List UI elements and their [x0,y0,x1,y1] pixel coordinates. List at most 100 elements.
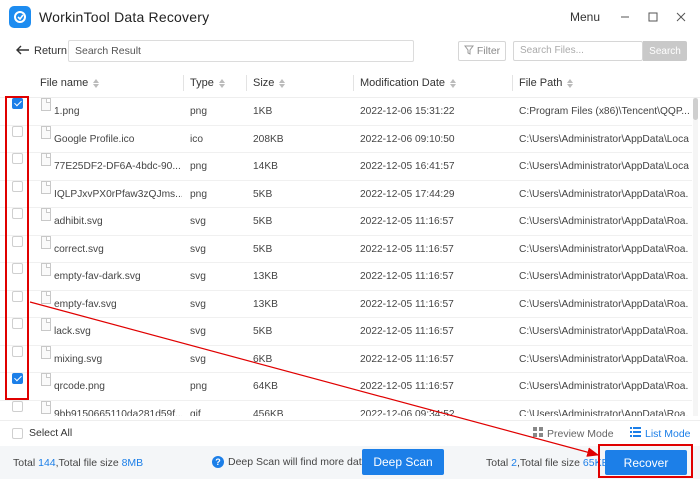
column-header-file-path[interactable]: File Path [519,68,574,98]
file-type-cell: png [190,188,207,200]
table-row[interactable]: 9bb9150665110da281d59f... gif 456KB 2022-12… [0,400,692,417]
select-all-label: Select All [29,427,73,439]
file-icon [41,263,51,276]
select-all-checkbox[interactable]: Select All [12,427,72,439]
return-button[interactable]: Return [16,45,67,58]
file-path-cell: C:\Users\Administrator\AppData\Roa... [519,216,689,227]
column-header-type[interactable]: Type [190,68,225,98]
table-row[interactable]: lack.svg svg 5KB 2022-12-05 11:16:57 C:\User… [0,318,692,346]
file-icon [41,345,51,359]
total-size: 8MB [121,457,144,469]
column-header-size[interactable]: Size [253,68,286,98]
file-type-cell: png [190,381,207,392]
modification-date-cell: 2022-12-06 15:31:22 [360,106,455,117]
row-checkbox[interactable] [12,318,23,329]
row-checkbox[interactable] [12,125,23,137]
row-checkbox[interactable] [12,345,23,357]
checkbox-icon [12,427,23,439]
deep-scan-button[interactable]: Deep Scan [362,449,444,475]
table-row[interactable]: empty-fav-dark.svg svg 13KB 2022-12-05 11:1… [0,263,692,291]
file-path-cell: C:\Users\Administrator\AppData\Roa... [519,381,689,392]
file-icon [41,125,51,139]
column-divider [512,75,513,91]
close-icon[interactable] [674,10,688,24]
arrow-left-icon [16,45,30,58]
app-title: WorkinTool Data Recovery [39,9,210,25]
file-size-cell: 5KB [253,243,273,255]
column-header-file-name[interactable]: File name [40,68,100,98]
row-checkbox[interactable] [12,235,23,247]
table-row[interactable]: 77E25DF2-DF6A-4bdc-90... png 14KB 2022-12-0… [0,153,692,181]
search-button[interactable]: Search [643,41,687,61]
filter-icon [463,45,474,58]
modification-date-cell: 2022-12-05 11:16:57 [360,298,454,310]
app-logo-icon [9,6,31,28]
file-name-cell: qrcode.png [54,381,105,392]
grid-icon [533,427,543,440]
table-row[interactable]: adhibit.svg svg 5KB 2022-12-05 11:16:57 C:\U… [0,208,692,236]
deep-scan-hint-text: Deep Scan will find more data [228,456,368,468]
file-table: File name Type Size Modification Date Fi… [0,68,700,416]
file-path-cell: C:\Users\Administrator\AppData\Roa... [519,271,689,282]
search-files-input[interactable]: Search Files... [513,41,643,61]
modification-date-cell: 2022-12-05 11:16:57 [360,271,454,282]
table-row[interactable]: qrcode.png png 64KB 2022-12-05 11:16:57 C:\U… [0,373,692,401]
total-files-summary: Total 144,Total file size 8MB [13,457,144,469]
table-row[interactable]: Google Profile.ico ico 208KB 2022-12-06 09:… [0,125,692,153]
file-path-cell: C:Program Files (x86)\Tencent\QQP... [519,106,689,117]
table-row[interactable]: empty-fav.svg svg 13KB 2022-12-05 11:16:57 C… [0,290,692,318]
file-size-cell: 208KB [253,133,284,145]
scrollbar-thumb[interactable] [693,98,698,120]
file-name-cell: IQLPJxvPX0rPfaw3zQJms... [54,188,182,200]
preview-mode-label: Preview Mode [547,427,614,440]
list-mode-label: List Mode [645,427,691,440]
file-icon [41,373,51,386]
column-header-modification-date[interactable]: Modification Date [360,68,456,98]
row-checkbox[interactable] [12,373,23,384]
filter-button[interactable]: Filter [458,41,506,61]
file-icon [41,235,51,249]
file-name-cell: mixing.svg [54,353,103,365]
row-checkbox[interactable] [12,153,23,164]
table-row[interactable]: IQLPJxvPX0rPfaw3zQJms... png 5KB 2022-12-05… [0,180,692,208]
file-name-cell: 77E25DF2-DF6A-4bdc-90... [54,161,181,172]
file-type-cell: svg [190,353,206,365]
maximize-icon[interactable] [646,10,660,24]
file-type-cell: svg [190,243,206,255]
file-size-cell: 456KB [253,408,284,417]
minimize-icon[interactable] [618,10,632,24]
title-bar: WorkinTool Data Recovery Menu [0,0,700,34]
table-row[interactable]: 1.png png 1KB 2022-12-06 15:31:22 C:Program … [0,98,692,126]
file-icon [41,208,51,221]
table-row[interactable]: mixing.svg svg 6KB 2022-12-05 11:16:57 C:\Us… [0,345,692,373]
table-row[interactable]: correct.svg svg 5KB 2022-12-05 11:16:57 C:\U… [0,235,692,263]
list-mode-button[interactable]: List Mode [630,427,691,440]
return-label: Return [34,45,68,57]
row-checkbox[interactable] [12,180,23,192]
row-checkbox[interactable] [12,98,23,109]
deep-scan-hint: ? Deep Scan will find more data [212,456,368,468]
filter-label: Filter [476,45,501,57]
list-icon [630,427,641,440]
menu-button[interactable]: Menu [570,10,600,24]
column-divider [183,75,184,91]
scrollbar[interactable] [693,98,698,416]
sort-icon [218,78,225,88]
file-type-cell: svg [190,326,206,337]
row-checkbox[interactable] [12,290,23,302]
file-size-cell: 5KB [253,216,273,227]
search-result-field[interactable]: Search Result [68,40,414,62]
column-divider [246,75,247,91]
row-checkbox[interactable] [12,400,23,412]
file-size-cell: 13KB [253,271,278,282]
sort-icon [567,78,574,88]
sort-icon [279,78,286,88]
help-icon[interactable]: ? [212,456,224,468]
modification-date-cell: 2022-12-06 09:34:52 [360,408,455,417]
recover-button[interactable]: Recover [605,450,687,475]
file-path-cell: C:\Users\Administrator\AppData\Local... [519,161,689,172]
row-checkbox[interactable] [12,208,23,219]
row-checkbox[interactable] [12,263,23,274]
file-type-cell: svg [190,271,206,282]
preview-mode-button[interactable]: Preview Mode [533,427,614,440]
